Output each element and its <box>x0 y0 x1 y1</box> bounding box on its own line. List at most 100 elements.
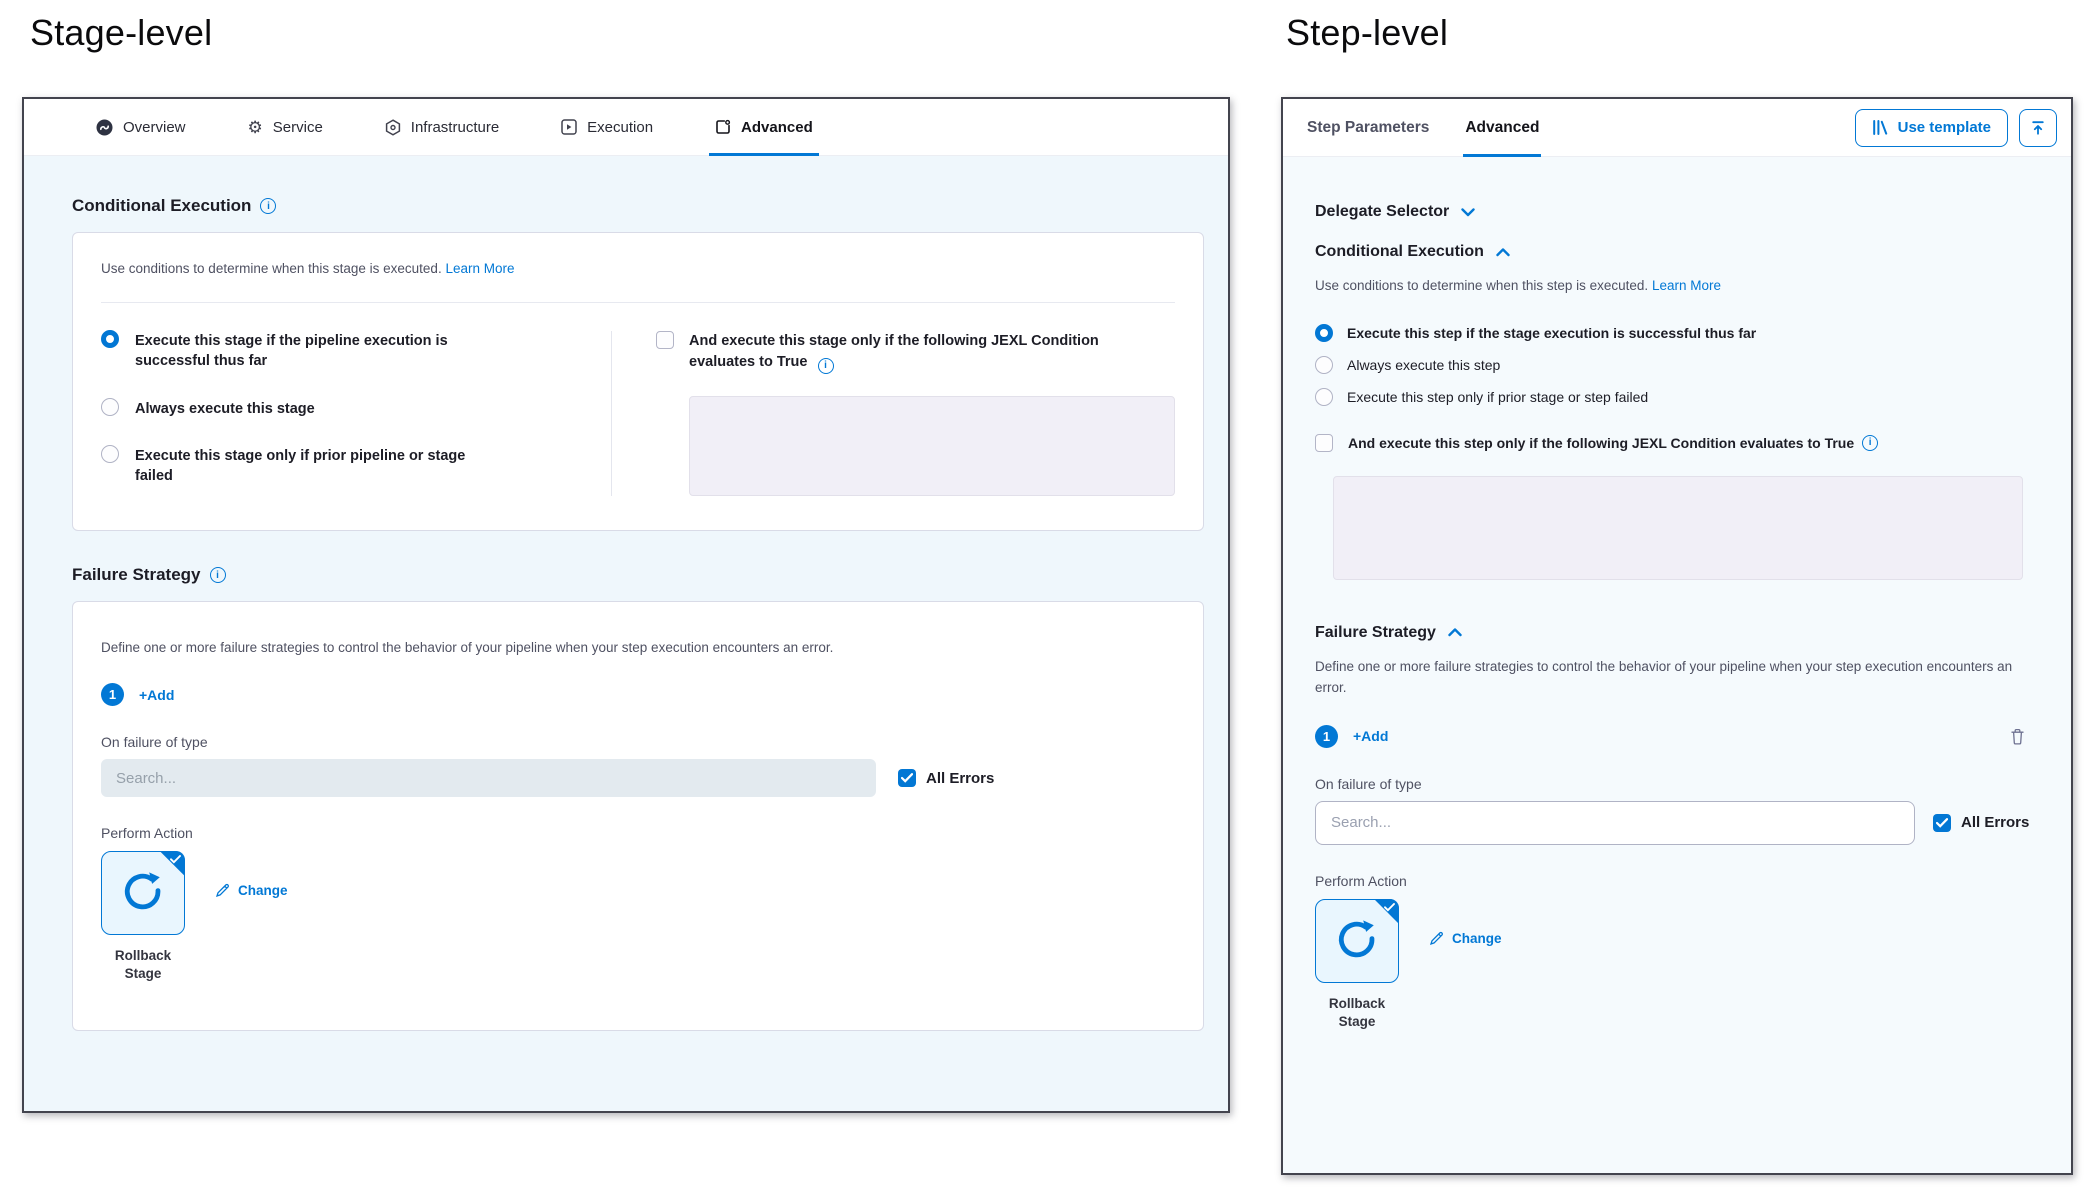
section-title: Conditional Execution <box>72 196 251 216</box>
section-title: Failure Strategy <box>1315 624 1436 642</box>
use-template-button[interactable]: Use template <box>1855 109 2008 147</box>
change-action-button[interactable]: Change <box>1429 931 1502 946</box>
tab-label: Advanced <box>741 119 813 136</box>
rollback-stage-tile[interactable] <box>101 851 185 935</box>
learn-more-link[interactable]: Learn More <box>445 261 514 276</box>
tab-label: Advanced <box>1465 119 1539 137</box>
radio-option-successful[interactable]: Execute this step if the stage execution… <box>1315 325 2031 342</box>
tab-execution[interactable]: Execution <box>561 99 653 155</box>
tab-step-parameters[interactable]: Step Parameters <box>1307 99 1429 156</box>
change-action-button[interactable]: Change <box>215 883 288 898</box>
chevron-up-icon <box>1448 628 1462 637</box>
rollback-arrow-icon <box>120 870 166 916</box>
tab-label: Execution <box>587 119 653 136</box>
hexagon-icon <box>385 119 401 136</box>
jexl-condition-input[interactable] <box>689 396 1175 496</box>
failure-strategy-heading[interactable]: Failure Strategy <box>1315 624 2031 642</box>
change-label: Change <box>238 883 288 898</box>
radio-option-always[interactable]: Always execute this step <box>1315 357 2031 374</box>
all-errors-checkbox[interactable] <box>898 769 916 787</box>
add-strategy-button[interactable]: +Add <box>139 687 174 703</box>
description-text: Use conditions to determine when this st… <box>1315 278 1648 293</box>
execution-condition-options: Execute this stage if the pipeline execu… <box>101 331 611 496</box>
radio-label: Execute this stage if the pipeline execu… <box>135 331 487 372</box>
tab-advanced[interactable]: Advanced <box>715 99 813 155</box>
delegate-selector-heading[interactable]: Delegate Selector <box>1315 203 2031 221</box>
radio-option-prior-failed[interactable]: Execute this stage only if prior pipelin… <box>101 446 611 487</box>
gear-icon: ⚙ <box>248 119 263 136</box>
failure-type-search-input[interactable] <box>101 759 876 797</box>
rollback-stage-tile[interactable] <box>1315 899 1399 983</box>
action-name-line: Rollback <box>101 947 185 965</box>
jexl-condition-input[interactable] <box>1333 476 2023 580</box>
jexl-condition-section: And execute this stage only if the follo… <box>611 331 1175 496</box>
info-icon[interactable] <box>818 358 834 374</box>
stage-advanced-panel: Overview ⚙ Service Infrastructure Execut… <box>22 97 1230 1113</box>
strategy-count-badge[interactable]: 1 <box>1315 725 1338 748</box>
jexl-label: And execute this step only if the follow… <box>1348 435 1878 451</box>
chevron-down-icon <box>1461 208 1475 217</box>
radio-icon[interactable] <box>101 398 119 416</box>
conditional-execution-card: Use conditions to determine when this st… <box>72 232 1204 531</box>
all-errors-label: All Errors <box>926 770 994 787</box>
jexl-label-text: And execute this stage only if the follo… <box>689 333 1099 370</box>
strategy-count-badge[interactable]: 1 <box>101 683 124 706</box>
tab-infrastructure[interactable]: Infrastructure <box>385 99 499 155</box>
radio-icon[interactable] <box>1315 356 1333 374</box>
step-advanced-panel: Step Parameters Advanced Use template De… <box>1281 97 2073 1175</box>
section-title: Failure Strategy <box>72 565 201 585</box>
radio-option-successful[interactable]: Execute this stage if the pipeline execu… <box>101 331 611 372</box>
action-name-line: Rollback <box>1315 995 1399 1013</box>
all-errors-toggle[interactable]: All Errors <box>898 769 994 787</box>
conditional-execution-heading[interactable]: Conditional Execution <box>1315 243 2031 261</box>
failure-strategy-card: Define one or more failure strategies to… <box>72 601 1204 1030</box>
tab-advanced[interactable]: Advanced <box>1465 99 1539 156</box>
advanced-card-icon <box>715 119 731 135</box>
radio-option-prior-failed[interactable]: Execute this step only if prior stage or… <box>1315 389 2031 406</box>
page-title-stage: Stage-level <box>30 12 212 54</box>
info-icon[interactable] <box>260 198 276 214</box>
stage-tabbar: Overview ⚙ Service Infrastructure Execut… <box>24 99 1228 156</box>
action-name: Rollback Stage <box>1315 995 1399 1031</box>
stage-advanced-content: Conditional Execution Use conditions to … <box>24 156 1228 1111</box>
info-icon[interactable] <box>210 567 226 583</box>
radio-selected-icon[interactable] <box>101 330 119 348</box>
jexl-checkbox[interactable] <box>1315 434 1333 452</box>
save-as-template-button[interactable] <box>2019 109 2057 147</box>
tab-overview[interactable]: Overview <box>96 99 186 155</box>
radio-selected-icon[interactable] <box>1315 324 1333 342</box>
description-text: Use conditions to determine when this st… <box>101 261 442 276</box>
pencil-icon <box>215 883 230 898</box>
conditional-execution-description: Use conditions to determine when this st… <box>101 259 1175 280</box>
failure-strategy-description: Define one or more failure strategies to… <box>101 638 1175 659</box>
action-tile-wrap: Rollback Stage <box>1315 899 1399 1031</box>
change-label: Change <box>1452 931 1502 946</box>
all-errors-toggle[interactable]: All Errors <box>1933 814 2029 832</box>
execution-condition-options: Execute this step if the stage execution… <box>1315 325 2031 406</box>
radio-icon[interactable] <box>101 445 119 463</box>
conditional-execution-heading: Conditional Execution <box>72 196 1204 216</box>
add-strategy-button[interactable]: +Add <box>1353 728 1388 744</box>
overview-icon <box>96 119 113 136</box>
delete-strategy-button[interactable] <box>2010 728 2025 745</box>
radio-label: Execute this step if the stage execution… <box>1347 325 1756 341</box>
all-errors-label: All Errors <box>1961 814 2029 831</box>
info-icon[interactable] <box>1862 435 1878 451</box>
divider <box>101 302 1175 303</box>
step-tabbar: Step Parameters Advanced Use template <box>1283 99 2071 157</box>
jexl-label-text: And execute this step only if the follow… <box>1348 435 1854 451</box>
radio-label: Always execute this step <box>1347 357 1500 373</box>
radio-icon[interactable] <box>1315 388 1333 406</box>
chevron-up-icon <box>1496 248 1510 257</box>
radio-label: Execute this step only if prior stage or… <box>1347 389 1648 405</box>
jexl-checkbox[interactable] <box>656 331 674 349</box>
check-icon <box>901 773 913 783</box>
radio-option-always[interactable]: Always execute this stage <box>101 399 611 419</box>
tab-service[interactable]: ⚙ Service <box>248 99 323 155</box>
all-errors-checkbox[interactable] <box>1933 814 1951 832</box>
learn-more-link[interactable]: Learn More <box>1652 278 1721 293</box>
page-title-step: Step-level <box>1286 12 1448 54</box>
conditional-execution-description: Use conditions to determine when this st… <box>1315 275 2031 297</box>
failure-type-search-input[interactable] <box>1315 801 1915 845</box>
tab-label: Step Parameters <box>1307 119 1429 137</box>
